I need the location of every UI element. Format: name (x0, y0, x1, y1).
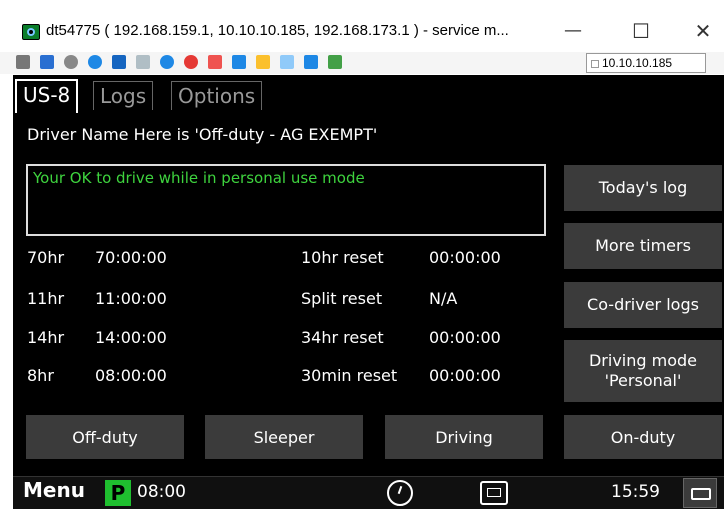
settings-icon[interactable] (64, 55, 78, 69)
display-icon[interactable] (232, 55, 246, 69)
on-duty-button[interactable]: On-duty (564, 415, 722, 459)
timer-label-34hr-reset: 34hr reset (301, 328, 384, 347)
app-icon (22, 24, 40, 40)
network-icon[interactable] (280, 55, 294, 69)
timer-label-split-reset: Split reset (301, 289, 383, 308)
address-field[interactable]: 10.10.10.185 (586, 53, 706, 73)
sleeper-button[interactable]: Sleeper (205, 415, 363, 459)
personal-mode-time: 08:00 (137, 482, 186, 502)
timer-label-70hr: 70hr (27, 248, 65, 267)
address-square-icon (591, 59, 599, 68)
info-icon[interactable] (160, 55, 174, 69)
tab-options[interactable]: Options (171, 81, 263, 110)
more-timers-button[interactable]: More timers (564, 223, 722, 269)
tab-us8[interactable]: US-8 (15, 79, 79, 113)
timer-value-split-reset: N/A (429, 289, 458, 308)
timer-value-10hr-reset: 00:00:00 (429, 248, 501, 267)
timer-label-14hr: 14hr (27, 328, 65, 347)
timer-label-10hr-reset: 10hr reset (301, 248, 384, 267)
network-status-icon[interactable] (480, 481, 508, 505)
chat-icon[interactable] (328, 55, 342, 69)
driver-status-line: Driver Name Here is 'Off-duty - AG EXEMP… (27, 125, 378, 144)
timer-value-70hr: 70:00:00 (95, 248, 167, 267)
status-bar: Menu P 08:00 15:59 (13, 476, 724, 509)
todays-log-button[interactable]: Today's log (564, 165, 722, 211)
document-icon[interactable] (208, 55, 222, 69)
timer-value-8hr: 08:00:00 (95, 366, 167, 385)
stop-icon[interactable] (184, 55, 198, 69)
minimize-button[interactable]: — (550, 16, 596, 46)
timer-label-8hr: 8hr (27, 366, 54, 385)
menu-button[interactable]: Menu (23, 478, 85, 502)
clock: 15:59 (611, 482, 660, 502)
off-duty-button[interactable]: Off-duty (26, 415, 184, 459)
window-title: dt54775 ( 192.168.159.1, 10.10.10.185, 1… (46, 22, 509, 39)
timer-label-30min-reset: 30min reset (301, 366, 398, 385)
share-icon[interactable] (304, 55, 318, 69)
message-text: Your OK to drive while in personal use m… (33, 169, 365, 187)
window-icon[interactable] (136, 55, 150, 69)
timer-value-14hr: 14:00:00 (95, 328, 167, 347)
timer-label-11hr: 11hr (27, 289, 65, 308)
address-value: 10.10.10.185 (602, 56, 673, 70)
timer-value-34hr-reset: 00:00:00 (429, 328, 501, 347)
monitor-icon[interactable] (40, 55, 54, 69)
gear-icon[interactable] (16, 55, 30, 69)
keyboard-icon[interactable] (683, 478, 717, 508)
windows-icon[interactable] (112, 55, 126, 69)
maximize-button[interactable]: ☐ (618, 16, 664, 46)
speedometer-icon[interactable] (387, 480, 413, 506)
tab-logs[interactable]: Logs (93, 81, 154, 110)
driving-mode-button[interactable]: Driving mode 'Personal' (564, 340, 722, 402)
driving-button[interactable]: Driving (385, 415, 543, 459)
timer-value-11hr: 11:00:00 (95, 289, 167, 308)
folder-icon[interactable] (256, 55, 270, 69)
timer-value-30min-reset: 00:00:00 (429, 366, 501, 385)
eld-app: US-8 Logs Options Driver Name Here is 'O… (13, 75, 724, 508)
left-border (0, 75, 13, 508)
co-driver-logs-button[interactable]: Co-driver logs (564, 282, 722, 328)
close-button[interactable]: ✕ (680, 16, 724, 46)
personal-mode-badge: P (105, 480, 131, 506)
refresh-icon[interactable] (88, 55, 102, 69)
